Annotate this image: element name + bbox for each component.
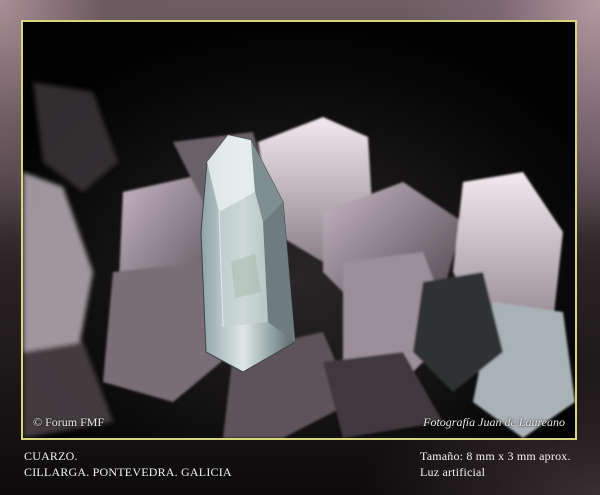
mineral-name: CUARZO. (24, 449, 78, 463)
quartz-crystal-image (23, 22, 575, 438)
copyright-text: © Forum FMF (33, 415, 105, 429)
locality: CILLARGA. PONTEVEDRA. GALICIA (24, 465, 232, 479)
photographer-credit: Fotografía Juan de Laureano (423, 415, 565, 429)
mineral-photo: © Forum FMF Fotografía Juan de Laureano (21, 20, 577, 440)
lighting-note: Luz artificial (420, 465, 486, 479)
specimen-size: Tamaño: 8 mm x 3 mm aprox. (420, 449, 571, 463)
